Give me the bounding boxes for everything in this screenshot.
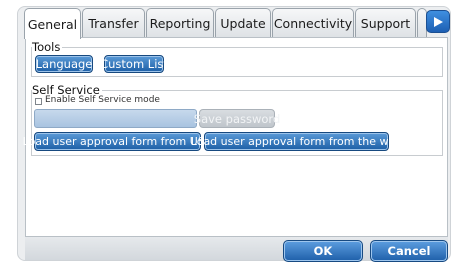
save-password-button[interactable]: Save password xyxy=(194,109,280,128)
tab-connectivity[interactable]: Connectivity xyxy=(272,8,354,38)
enable-self-service-label: Enable Self Service mode xyxy=(45,95,160,105)
language-button[interactable]: Language xyxy=(35,55,93,73)
custom-list-button[interactable]: Custom List xyxy=(100,55,168,73)
load-approval-usb-button[interactable]: Load user approval form from USB xyxy=(23,132,212,151)
tab-reporting[interactable]: Reporting xyxy=(146,8,214,38)
tab-support[interactable]: Support xyxy=(355,8,416,38)
tab-transfer[interactable]: Transfer xyxy=(82,8,145,38)
general-panel: Tools Language Custom List Self Service … xyxy=(23,37,448,237)
load-approval-web-button[interactable]: Load user approval form from the web xyxy=(191,132,402,151)
cancel-button[interactable]: Cancel xyxy=(370,240,448,262)
tools-group-title: Tools xyxy=(32,40,63,54)
tab-update[interactable]: Update xyxy=(215,8,271,38)
password-field[interactable] xyxy=(34,109,197,128)
tab-general[interactable]: General xyxy=(24,8,81,39)
tab-scroll-right-button[interactable] xyxy=(426,10,450,33)
enable-self-service-checkbox[interactable] xyxy=(35,98,42,105)
ok-button[interactable]: OK xyxy=(283,240,363,262)
play-right-icon xyxy=(434,16,443,27)
